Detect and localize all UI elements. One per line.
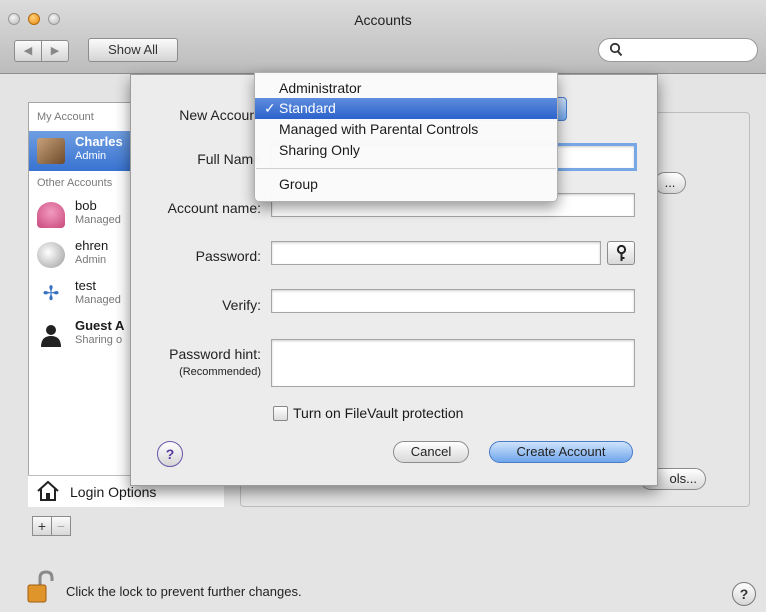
- account-type-menu[interactable]: Administrator ✓ Standard Managed with Par…: [254, 72, 558, 202]
- user-role: Admin: [75, 254, 107, 266]
- add-account-button[interactable]: +: [32, 516, 52, 536]
- avatar: [37, 242, 65, 268]
- menu-separator: [256, 168, 556, 169]
- window-title: Accounts: [354, 12, 412, 28]
- show-all-button[interactable]: Show All: [88, 38, 178, 62]
- user-role: Managed: [75, 294, 121, 306]
- menu-item-managed-parental[interactable]: Managed with Parental Controls: [255, 119, 557, 140]
- my-account-header: My Account: [37, 111, 94, 123]
- user-name: bob: [75, 198, 97, 213]
- title-bar: Accounts ◀ ▶ Show All: [0, 0, 766, 74]
- password-hint-field[interactable]: [271, 339, 635, 387]
- sheet-help-button[interactable]: ?: [157, 441, 183, 467]
- user-name: Charles: [75, 134, 123, 149]
- search-icon: [609, 42, 623, 57]
- back-button[interactable]: ◀: [14, 40, 42, 62]
- filevault-checkbox[interactable]: [273, 406, 288, 421]
- password-hint-label: Password hint:: [169, 346, 261, 362]
- user-name: ehren: [75, 238, 109, 253]
- menu-item-administrator[interactable]: Administrator: [255, 78, 557, 99]
- menu-item-label: Administrator: [279, 80, 362, 96]
- more-button[interactable]: ...: [654, 172, 686, 194]
- create-account-button[interactable]: Create Account: [489, 441, 633, 463]
- password-field[interactable]: [271, 241, 601, 265]
- user-role: Sharing o: [75, 334, 123, 346]
- menu-item-label: Standard: [279, 100, 336, 116]
- account-name-label: Account name:: [167, 200, 261, 216]
- user-name: test: [75, 278, 96, 293]
- unlocked-lock-icon[interactable]: [26, 570, 58, 604]
- house-icon: [37, 480, 59, 501]
- cancel-button[interactable]: Cancel: [393, 441, 469, 463]
- key-icon: [616, 245, 627, 261]
- menu-item-group[interactable]: Group: [255, 174, 557, 195]
- login-options-label: Login Options: [70, 484, 157, 500]
- password-assistant-button[interactable]: [607, 241, 635, 265]
- dragonfly-icon: ✢: [37, 282, 65, 308]
- verify-field[interactable]: [271, 289, 635, 313]
- menu-item-standard[interactable]: ✓ Standard: [255, 98, 557, 119]
- user-role: Admin: [75, 150, 107, 162]
- menu-item-label: Managed with Parental Controls: [279, 121, 479, 137]
- menu-item-label: Group: [279, 176, 318, 192]
- checkmark-icon: ✓: [264, 100, 276, 116]
- help-button[interactable]: ?: [732, 582, 756, 606]
- menu-item-sharing-only[interactable]: Sharing Only: [255, 140, 557, 161]
- lock-message: Click the lock to prevent further change…: [66, 584, 302, 599]
- avatar: [37, 138, 65, 164]
- guest-user-icon: [41, 325, 61, 347]
- full-name-label: Full Name: [197, 151, 261, 167]
- user-name: Guest A: [75, 318, 125, 333]
- other-accounts-header: Other Accounts: [37, 177, 113, 189]
- avatar: [37, 202, 65, 228]
- forward-button[interactable]: ▶: [41, 40, 69, 62]
- user-role: Managed: [75, 214, 121, 226]
- new-account-label: New Account: [179, 107, 261, 123]
- password-label: Password:: [195, 248, 261, 264]
- remove-account-button[interactable]: −: [51, 516, 71, 536]
- search-field[interactable]: [598, 38, 758, 62]
- password-hint-sublabel: (Recommended): [179, 366, 261, 378]
- verify-label: Verify:: [222, 297, 261, 313]
- filevault-label: Turn on FileVault protection: [293, 405, 464, 421]
- menu-item-label: Sharing Only: [279, 142, 360, 158]
